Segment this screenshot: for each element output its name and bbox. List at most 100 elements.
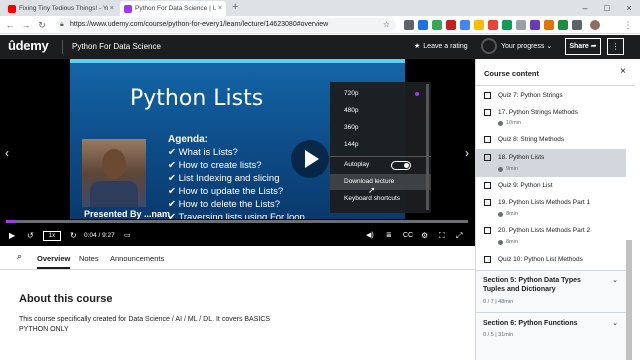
keyboard-shortcuts-label: Keyboard shortcuts <box>344 195 401 202</box>
quality-option-360p[interactable]: 360p <box>330 120 431 136</box>
sidebar-scrollbar[interactable] <box>626 240 632 360</box>
extension-icon[interactable] <box>432 20 442 30</box>
quality-option-144p[interactable]: 144p <box>330 137 431 153</box>
extension-icon[interactable] <box>530 20 540 30</box>
extension-icon[interactable] <box>404 20 414 30</box>
tab-announcements[interactable]: Announcements <box>110 254 164 263</box>
keyboard-shortcuts-item[interactable]: Keyboard shortcuts <box>330 191 431 207</box>
about-heading: About this course <box>19 293 113 305</box>
autoplay-toggle-row[interactable]: Autoplay <box>330 157 431 173</box>
expand-icon[interactable]: ⤢ <box>456 231 462 241</box>
agenda-heading: Agenda: <box>168 134 208 145</box>
previous-lecture-arrow[interactable]: ‹ <box>1 144 13 162</box>
curriculum-item-current[interactable]: 18. Python Lists 9min <box>476 149 626 177</box>
download-lecture-item[interactable]: Download lecture <box>330 174 431 190</box>
curriculum-item[interactable]: 19. Python Lists Methods Part 1 8min <box>476 195 626 223</box>
url-bar[interactable]: 🔒︎ https://www.udemy.com/course/python-f… <box>56 18 396 32</box>
time-display: 0:04 / 9:27 <box>84 232 115 239</box>
bookmark-star-icon[interactable]: ☆ <box>383 18 390 32</box>
forward-button[interactable]: → <box>20 19 32 31</box>
curriculum-item[interactable]: Quiz 9: Python List <box>476 177 626 195</box>
completion-checkbox[interactable] <box>484 256 491 263</box>
fullscreen-icon[interactable]: ⛶ <box>439 231 445 241</box>
extension-icon[interactable] <box>572 20 582 30</box>
seek-bar[interactable] <box>6 220 468 223</box>
about-description-line: PYTHON ONLY <box>19 326 69 333</box>
rewind-icon[interactable]: ↺ <box>27 231 34 241</box>
url-text: https://www.udemy.com/course/python-for-… <box>70 21 329 28</box>
play-button[interactable]: ▶ <box>9 231 15 241</box>
curriculum-item[interactable]: Quiz 10: Python List Methods <box>476 251 626 269</box>
completion-checkbox[interactable] <box>484 182 491 189</box>
item-label: 17. Python Strings Methods <box>498 109 578 116</box>
extension-icon[interactable] <box>544 20 554 30</box>
menu-scrollbar[interactable] <box>426 84 429 210</box>
extension-icon[interactable] <box>446 20 456 30</box>
forward-icon[interactable]: ↻ <box>70 231 77 241</box>
presented-by: Presented By ...nam <box>84 209 170 219</box>
progress-ring-icon[interactable] <box>481 38 497 54</box>
completion-checkbox[interactable] <box>484 136 491 143</box>
profile-avatar[interactable] <box>590 20 600 30</box>
tab-close-icon[interactable]: × <box>218 5 222 12</box>
playback-speed-button[interactable]: 1x <box>43 231 61 241</box>
extension-icon[interactable] <box>474 20 484 30</box>
browser-tab-udemy[interactable]: Python For Data Science | Udemy × <box>120 1 226 16</box>
completion-checkbox[interactable] <box>484 227 491 234</box>
item-label: 20. Python Lists Methods Part 2 <box>498 227 591 234</box>
section-header[interactable]: Section 6: Python Functions 0 / 5 | 31mi… <box>476 312 626 360</box>
extension-icon[interactable] <box>418 20 428 30</box>
back-button[interactable]: ← <box>4 19 16 31</box>
seek-bar-fill <box>6 220 16 223</box>
next-lecture-arrow[interactable]: › <box>461 144 473 162</box>
udemy-logo[interactable]: ûdemy <box>8 38 49 53</box>
extension-icon[interactable] <box>488 20 498 30</box>
reload-button[interactable]: ↻ <box>36 19 48 31</box>
curriculum-item[interactable]: Quiz 8: String Methods <box>476 131 626 149</box>
tab-overview[interactable]: Overview <box>37 254 71 269</box>
close-icon[interactable]: × <box>620 66 626 77</box>
extension-icon[interactable] <box>516 20 526 30</box>
completion-checkbox[interactable] <box>484 154 491 161</box>
captions-icon[interactable]: CC <box>403 231 413 241</box>
browser-menu-icon[interactable]: ⋮ <box>622 19 634 31</box>
add-note-icon[interactable]: ▭ <box>124 231 131 241</box>
curriculum-item[interactable]: Quiz 7: Python Strings <box>476 87 626 105</box>
minimize-button[interactable]: – <box>574 0 596 16</box>
transcript-icon[interactable]: ≣ <box>386 231 392 241</box>
quality-label: 720p <box>344 90 359 97</box>
quality-option-720p[interactable]: 720p <box>330 86 431 102</box>
autoplay-label: Autoplay <box>344 161 370 168</box>
completion-checkbox[interactable] <box>484 199 491 206</box>
your-progress-button[interactable]: Your progress ⌄ <box>501 42 552 50</box>
completion-checkbox[interactable] <box>484 92 491 99</box>
selected-indicator-icon <box>415 92 419 96</box>
maximize-button[interactable]: □ <box>596 0 618 16</box>
window-close-button[interactable]: × <box>618 0 640 16</box>
agenda-item: What is Lists? <box>168 146 305 159</box>
agenda-list: Agenda: What is Lists? How to create lis… <box>168 133 305 219</box>
extension-icon[interactable] <box>558 20 568 30</box>
search-icon[interactable]: ⌕ <box>17 251 22 262</box>
volume-icon[interactable]: ◀) <box>366 231 374 241</box>
settings-gear-icon[interactable]: ⚙ <box>421 231 428 241</box>
item-label: Quiz 10: Python List Methods <box>498 256 583 263</box>
play-circle-icon <box>498 166 503 172</box>
tab-notes[interactable]: Notes <box>79 254 99 263</box>
extension-icon[interactable] <box>460 20 470 30</box>
completion-checkbox[interactable] <box>484 109 491 116</box>
more-options-button[interactable]: ⋮ <box>607 38 624 55</box>
quality-option-480p[interactable]: 480p <box>330 103 431 119</box>
curriculum-item[interactable]: 17. Python Strings Methods 10min <box>476 105 626 131</box>
extension-icon[interactable] <box>502 20 512 30</box>
new-tab-button[interactable]: + <box>232 1 238 13</box>
tab-close-icon[interactable]: × <box>110 5 114 12</box>
browser-tab-youtube[interactable]: Fixing Tiny Tedious Things! - Yo... × <box>4 1 118 16</box>
play-overlay-icon[interactable] <box>291 140 329 178</box>
leave-rating-button[interactable]: ★ Leave a rating <box>414 42 468 51</box>
autoplay-toggle[interactable] <box>391 161 411 170</box>
curriculum-item[interactable]: 20. Python Lists Methods Part 2 8min <box>476 223 626 251</box>
course-title[interactable]: Python For Data Science <box>72 42 161 51</box>
share-button[interactable]: Share ➦ <box>565 38 601 55</box>
section-header[interactable]: Section 5: Python Data Types Tuples and … <box>476 270 626 312</box>
